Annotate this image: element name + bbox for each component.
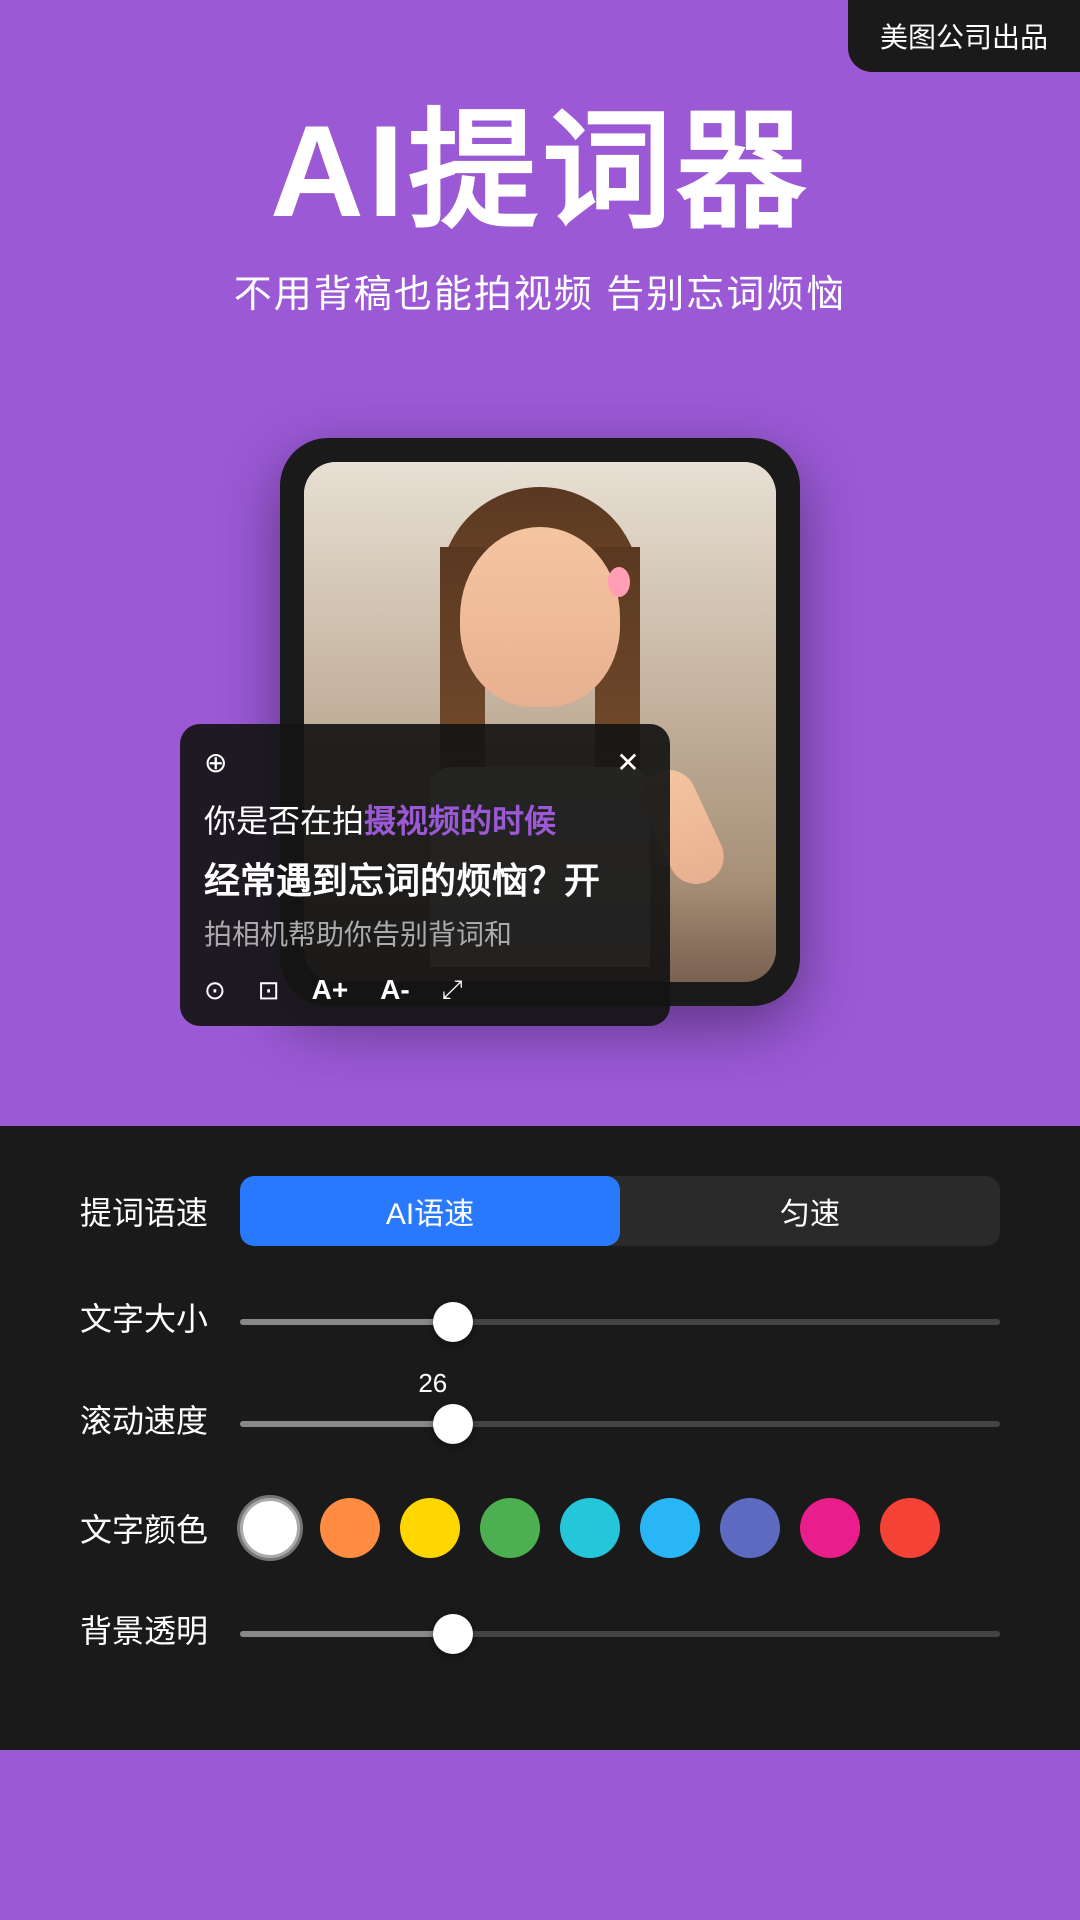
close-icon[interactable]: ✕	[610, 744, 646, 780]
scroll-speed-value: 26	[418, 1368, 447, 1399]
brand-label: 美图公司出品	[880, 22, 1048, 53]
text-line-3: 拍相机帮助你告别背词和	[204, 913, 646, 958]
settings-panel: 提词语速 AI语速 匀速 文字大小 滚动速度	[0, 1126, 1080, 1750]
hero-title: AI提词器	[60, 100, 1020, 243]
scroll-speed-row: 滚动速度 26	[80, 1396, 1000, 1442]
scroll-speed-label: 滚动速度	[80, 1396, 240, 1442]
toolbar-font-increase[interactable]: A+	[312, 974, 349, 1006]
text-color-label: 文字颜色	[80, 1505, 240, 1551]
text-size-slider-track[interactable]	[240, 1319, 1000, 1325]
teleprompter-panel: ⊕ ✕ 你是否在拍摄视频的时候 经常遇到忘词的烦恼？开 拍相机帮助你告别背词和 …	[180, 724, 670, 1026]
panel-toolbar: ⊙ ⊡ A+ A- ⤢	[204, 974, 646, 1006]
teleprompter-text: 你是否在拍摄视频的时候 经常遇到忘词的烦恼？开 拍相机帮助你告别背词和	[204, 796, 646, 958]
move-icon[interactable]: ⊕	[204, 746, 227, 779]
color-teal[interactable]	[560, 1498, 620, 1558]
toolbar-font-decrease[interactable]: A-	[380, 974, 410, 1006]
color-green[interactable]	[480, 1498, 540, 1558]
text-size-fill	[240, 1319, 453, 1325]
bg-opacity-slider-container	[240, 1621, 1000, 1637]
bg-opacity-label: 背景透明	[80, 1606, 240, 1652]
color-blue[interactable]	[720, 1498, 780, 1558]
scroll-speed-slider-container: 26	[240, 1411, 1000, 1427]
text-size-slider-container	[240, 1309, 1000, 1325]
hero-subtitle: 不用背稿也能拍视频 告别忘词烦恼	[60, 263, 1020, 318]
scroll-speed-fill	[240, 1421, 453, 1427]
color-light-blue[interactable]	[640, 1498, 700, 1558]
text-size-thumb[interactable]	[433, 1302, 473, 1342]
toolbar-expand-icon[interactable]: ⤢	[442, 974, 463, 1006]
speed-label: 提词语速	[80, 1188, 240, 1234]
scroll-speed-slider-track[interactable]: 26	[240, 1421, 1000, 1427]
color-yellow[interactable]	[400, 1498, 460, 1558]
bg-opacity-thumb[interactable]	[433, 1614, 473, 1654]
speed-row: 提词语速 AI语速 匀速	[80, 1176, 1000, 1246]
bg-opacity-row: 背景透明	[80, 1606, 1000, 1652]
bg-opacity-fill	[240, 1631, 453, 1637]
toolbar-camera-icon[interactable]: ⊙	[204, 975, 226, 1006]
brand-badge: 美图公司出品	[848, 0, 1080, 72]
text-size-row: 文字大小	[80, 1294, 1000, 1340]
color-white[interactable]	[240, 1498, 300, 1558]
text-color-row: 文字颜色	[80, 1498, 1000, 1558]
phone-mockup: ⊕ ✕ 你是否在拍摄视频的时候 经常遇到忘词的烦恼？开 拍相机帮助你告别背词和 …	[280, 438, 800, 1006]
color-palette	[240, 1498, 1000, 1558]
speed-toggle: AI语速 匀速	[240, 1176, 1000, 1246]
color-pink[interactable]	[800, 1498, 860, 1558]
text-size-label: 文字大小	[80, 1294, 240, 1340]
text-line-2: 经常遇到忘词的烦恼？开	[204, 852, 646, 910]
text-line-1: 你是否在拍摄视频的时候	[204, 796, 646, 847]
speed-uniform-button[interactable]: 匀速	[620, 1176, 1000, 1246]
scroll-speed-thumb[interactable]: 26	[433, 1404, 473, 1444]
toolbar-crop-icon[interactable]: ⊡	[258, 975, 280, 1006]
speed-ai-button[interactable]: AI语速	[240, 1176, 620, 1246]
bg-opacity-slider-track[interactable]	[240, 1631, 1000, 1637]
color-red[interactable]	[880, 1498, 940, 1558]
color-orange[interactable]	[320, 1498, 380, 1558]
